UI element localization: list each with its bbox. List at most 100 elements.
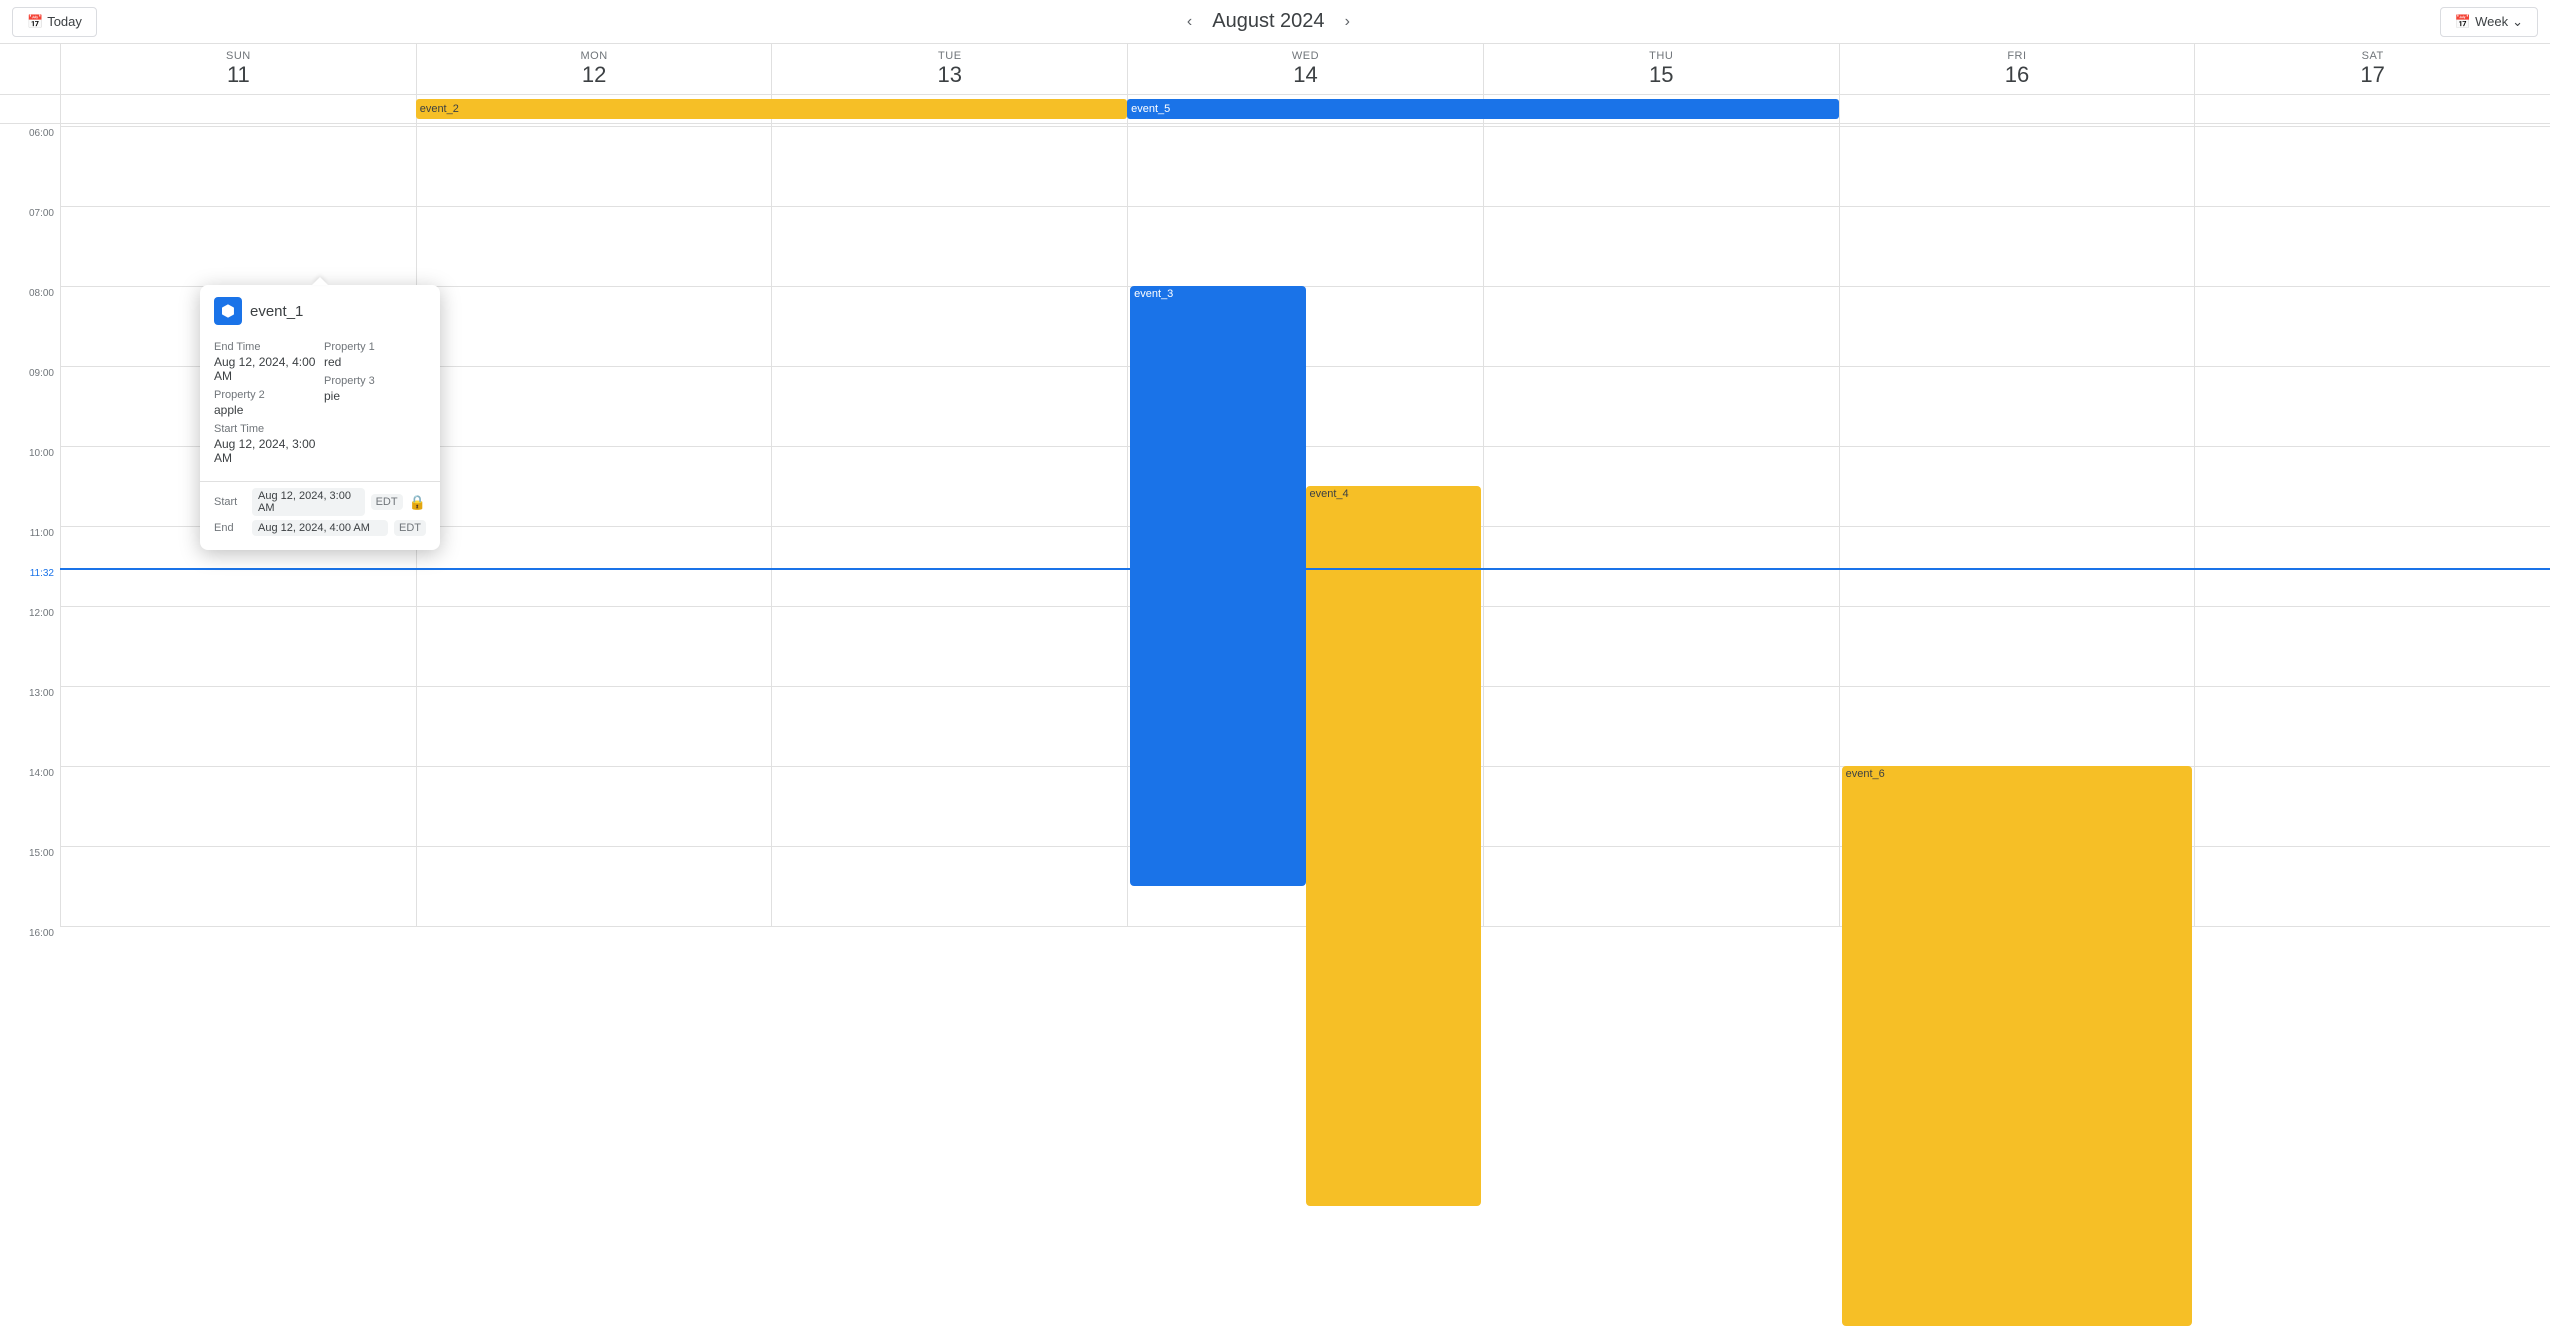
- popup-anchor-triangle: [312, 277, 328, 285]
- time-label-1132: 11:32: [0, 566, 60, 606]
- popup-event-icon: [214, 297, 242, 325]
- time-label-1100: 11:00: [0, 526, 60, 566]
- popup-start-time-value: Aug 12, 2024, 3:00 AM: [214, 437, 316, 465]
- event3-label: event_3: [1134, 288, 1173, 300]
- month-title: August 2024: [1212, 10, 1324, 33]
- time-label-1400: 14:00: [0, 766, 60, 806]
- day-num-fri: 16: [1840, 62, 2195, 88]
- allday-gutter: [0, 95, 60, 123]
- time-label-0730: [0, 246, 60, 286]
- today-label: Today: [47, 14, 82, 29]
- time-label-1630: [0, 966, 60, 1006]
- day-column-fri: event_6: [1839, 124, 2195, 926]
- toolbar: 📅 Today ‹ August 2024 › 📅 Week ⌄: [0, 0, 2550, 44]
- day-header-thu: Thu 15: [1483, 44, 1839, 94]
- popup-end-row-time: Aug 12, 2024, 4:00 AM: [252, 520, 388, 536]
- popup-end-row-label: End: [214, 522, 246, 534]
- popup-property1-label: Property 1: [324, 341, 426, 353]
- popup-start-row-label: Start: [214, 496, 246, 508]
- calendar-icon-small: 📅: [2455, 14, 2471, 30]
- calendar-icon: 📅: [27, 14, 43, 30]
- time-label-1330: [0, 726, 60, 766]
- popup-end-row: End Aug 12, 2024, 4:00 AM EDT: [214, 520, 426, 536]
- day-header-mon: Mon 12: [416, 44, 772, 94]
- popup-end-row-tz: EDT: [394, 520, 426, 536]
- popup-end-time-group: End Time Aug 12, 2024, 4:00 AM Property …: [214, 341, 316, 471]
- popup-property2-value: apple: [214, 403, 316, 417]
- day-column-wed: event_3 event_4: [1127, 124, 1483, 926]
- time-label-0930: [0, 406, 60, 446]
- day-header-wed: Wed 14: [1127, 44, 1483, 94]
- allday-cells: event_2 event_5: [60, 95, 2550, 123]
- day-header-tue: Tue 13: [771, 44, 1127, 94]
- day-num-mon: 12: [417, 62, 772, 88]
- time-label-1000: 10:00: [0, 446, 60, 486]
- lock-icon: 🔒: [409, 494, 426, 511]
- allday-event5-label: event_5: [1131, 103, 1170, 115]
- time-label-1300: 13:00: [0, 686, 60, 726]
- popup-right-group: Property 1 red Property 3 pie: [324, 341, 426, 471]
- toolbar-center: ‹ August 2024 ›: [1179, 9, 1358, 35]
- time-label-1030: [0, 486, 60, 526]
- popup-body: End Time Aug 12, 2024, 4:00 AM Property …: [200, 333, 440, 481]
- time-label-0800: 08:00: [0, 286, 60, 326]
- popup-property1-value: red: [324, 355, 426, 369]
- time-gutter: 01:00 02:00 03:00 04:00 05:00 06:00 07:0…: [0, 124, 60, 926]
- popup-start-row-tz: EDT: [371, 494, 403, 510]
- popup-title: event_1: [250, 303, 303, 320]
- day-header-sat: Sat 17: [2194, 44, 2550, 94]
- toolbar-right: 📅 Week ⌄: [2440, 7, 2538, 37]
- time-gutter-header: [0, 44, 60, 94]
- today-button[interactable]: 📅 Today: [12, 7, 97, 37]
- cube-icon: [220, 303, 236, 319]
- day-column-tue: [771, 124, 1127, 926]
- allday-event-event2[interactable]: event_2: [416, 99, 1127, 119]
- day-name-mon: Mon: [417, 50, 772, 62]
- event-popup: event_1 End Time Aug 12, 2024, 4:00 AM P…: [200, 285, 440, 550]
- day-header-sun: Sun 11: [60, 44, 416, 94]
- popup-start-time-label: Start Time: [214, 423, 316, 435]
- time-label-0900: 09:00: [0, 366, 60, 406]
- popup-start-row: Start Aug 12, 2024, 3:00 AM EDT 🔒: [214, 488, 426, 516]
- day-num-sun: 11: [61, 62, 416, 88]
- allday-cell-6: [2194, 95, 2550, 123]
- time-label-1600: 16:00: [0, 926, 60, 966]
- week-view-button[interactable]: 📅 Week ⌄: [2440, 7, 2538, 37]
- day-num-sat: 17: [2195, 62, 2550, 88]
- prev-button[interactable]: ‹: [1179, 9, 1200, 35]
- day-num-wed: 14: [1128, 62, 1483, 88]
- week-label: Week: [2475, 14, 2508, 29]
- day-name-thu: Thu: [1484, 50, 1839, 62]
- day-name-sun: Sun: [61, 50, 416, 62]
- event6-label: event_6: [1846, 768, 1885, 780]
- calendar-container: Sun 11 Mon 12 Tue 13 Wed 14 Thu 15 Fri 1…: [0, 44, 2550, 1326]
- event4-label: event_4: [1310, 488, 1349, 500]
- allday-event-event5[interactable]: event_5: [1127, 99, 1838, 119]
- day-headers: Sun 11 Mon 12 Tue 13 Wed 14 Thu 15 Fri 1…: [0, 44, 2550, 95]
- popup-property3-label: Property 3: [324, 375, 426, 387]
- allday-event2-label: event_2: [420, 103, 459, 115]
- event-event3[interactable]: event_3: [1130, 286, 1305, 886]
- allday-row: event_2 event_5: [0, 95, 2550, 124]
- day-name-wed: Wed: [1128, 50, 1483, 62]
- time-label-1230: [0, 646, 60, 686]
- next-button[interactable]: ›: [1337, 9, 1358, 35]
- day-num-tue: 13: [772, 62, 1127, 88]
- time-label-1430: [0, 806, 60, 846]
- event-event6[interactable]: event_6: [1842, 766, 2193, 1326]
- toolbar-left: 📅 Today: [12, 7, 97, 37]
- event-event4[interactable]: event_4: [1306, 486, 1481, 1206]
- time-label-1530: [0, 886, 60, 926]
- popup-header: event_1: [200, 285, 440, 333]
- time-label-1500: 15:00: [0, 846, 60, 886]
- popup-property2-label: Property 2: [214, 389, 316, 401]
- allday-cell-5: [1839, 95, 2195, 123]
- popup-property3-value: pie: [324, 389, 426, 403]
- day-num-thu: 15: [1484, 62, 1839, 88]
- day-name-fri: Fri: [1840, 50, 2195, 62]
- chevron-down-icon: ⌄: [2512, 14, 2523, 30]
- popup-start-row-time: Aug 12, 2024, 3:00 AM: [252, 488, 365, 516]
- time-label-0630: [0, 166, 60, 206]
- day-column-mon: event_1: [416, 124, 772, 926]
- time-label-0830: [0, 326, 60, 366]
